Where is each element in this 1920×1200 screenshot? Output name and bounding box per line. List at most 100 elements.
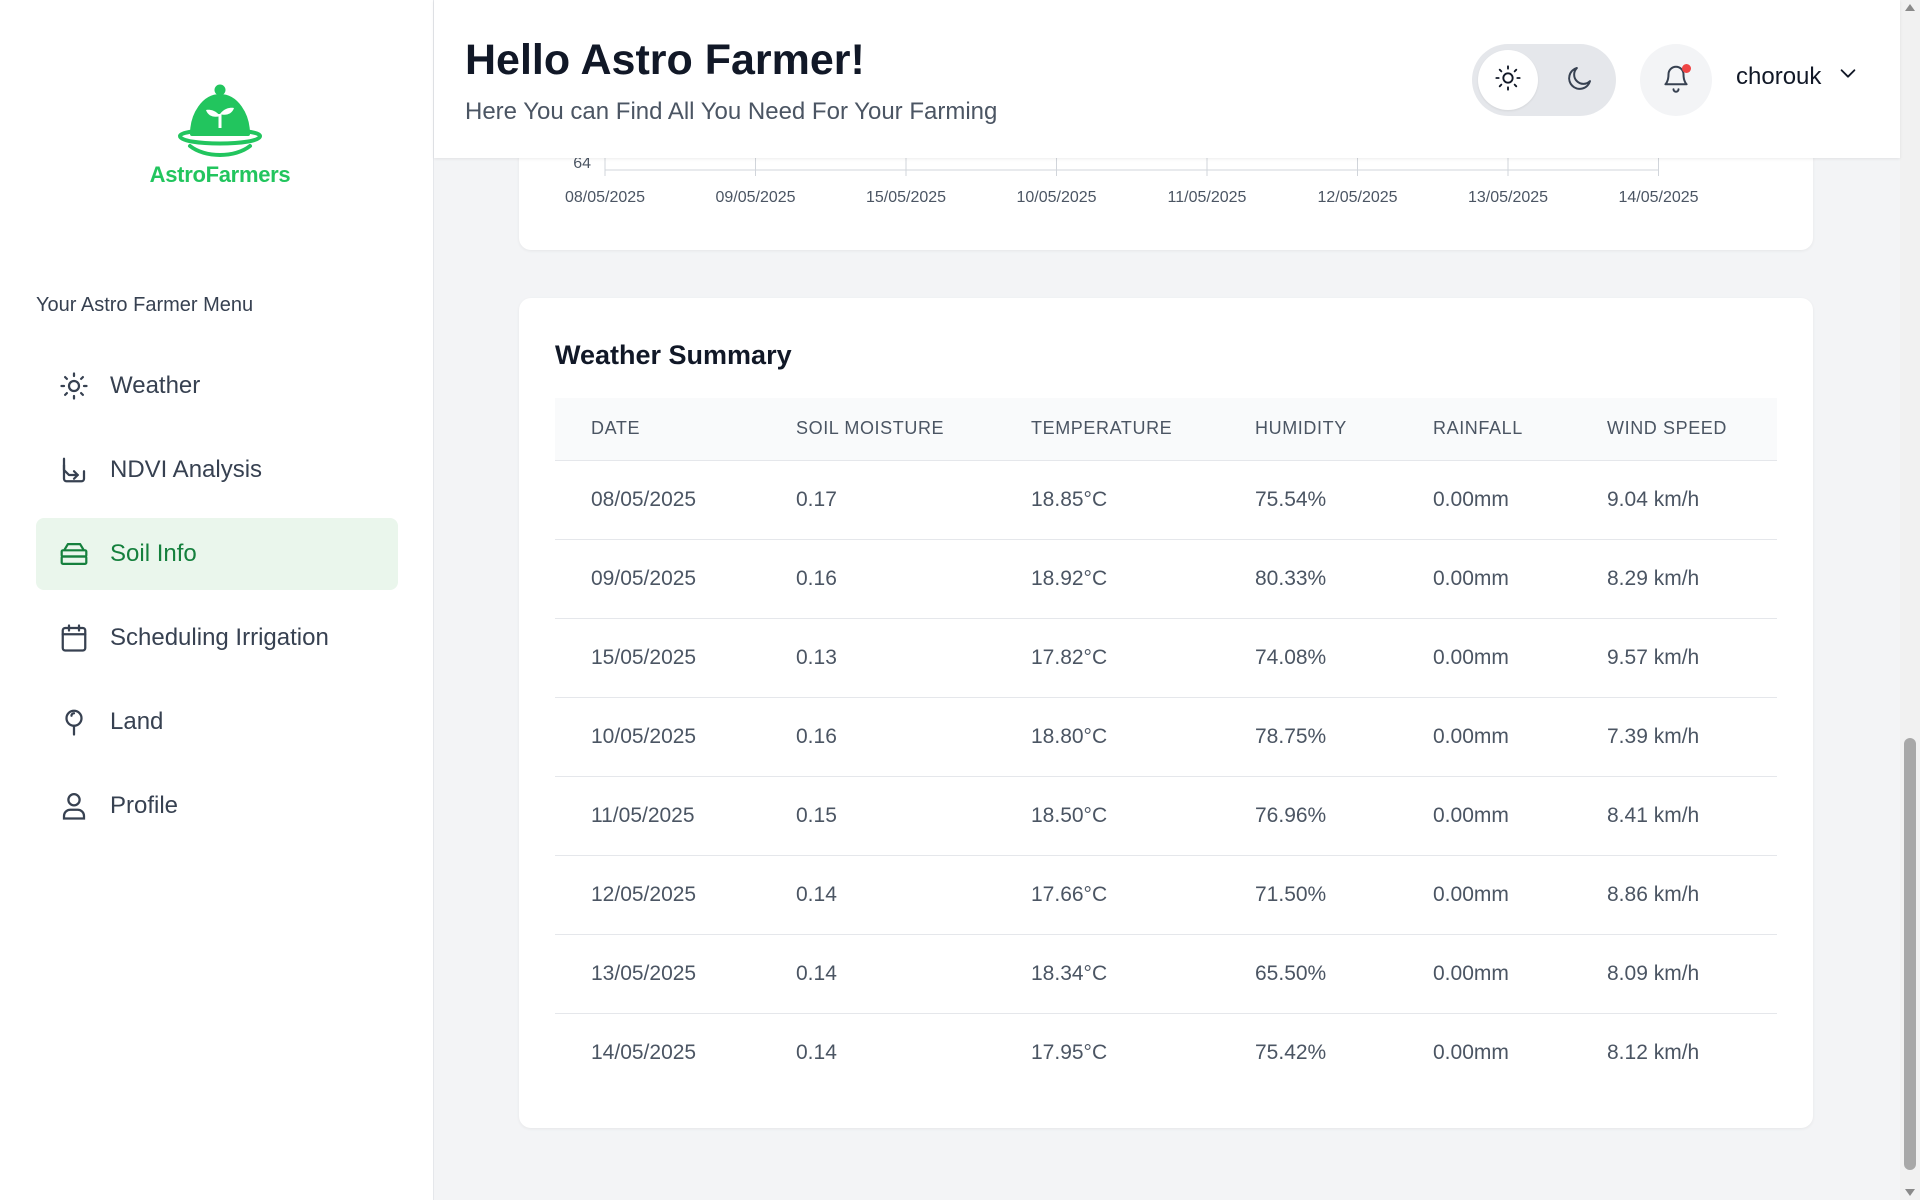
x-tick-label: 11/05/2025 [1168,189,1247,206]
cell-temperature: 18.80°C [995,697,1219,777]
section-title: Weather Summary [555,340,792,370]
x-tick-label: 13/05/2025 [1468,189,1548,206]
sidebar-item-soil-info[interactable]: Soil Info [36,518,398,590]
dark-mode-button[interactable] [1550,50,1610,110]
column-header-temperature: TEMPERATURE [995,398,1219,461]
sidebar-item-ndvi-analysis[interactable]: NDVI Analysis [36,434,398,506]
cell-rainfall: 0.00mm [1397,460,1571,540]
page-scrollbar[interactable] [1900,0,1920,1200]
cell-rainfall: 0.00mm [1397,934,1571,1014]
cell-wind-speed: 9.04 km/h [1571,460,1777,540]
cell-temperature: 18.92°C [995,539,1219,619]
sun-icon [58,370,90,402]
user-menu[interactable]: chorouk [1736,62,1859,91]
table-row: 12/05/2025 0.14 17.66°C 71.50% 0.00mm 8.… [555,855,1777,935]
cell-humidity: 80.33% [1219,539,1397,619]
cell-temperature: 18.85°C [995,460,1219,540]
sidebar-menu: Weather NDVI Analysis Soil Info Scheduli… [36,350,398,854]
x-tick-label: 14/05/2025 [1618,189,1698,206]
cell-date: 09/05/2025 [555,539,760,619]
weather-summary-table: DATE SOIL MOISTURE TEMPERATURE HUMIDITY … [555,398,1777,1092]
cell-wind-speed: 7.39 km/h [1571,697,1777,777]
column-header-soil-moisture: SOIL MOISTURE [760,398,995,461]
table-row: 15/05/2025 0.13 17.82°C 74.08% 0.00mm 9.… [555,618,1777,698]
cell-humidity: 71.50% [1219,855,1397,935]
cell-wind-speed: 8.12 km/h [1607,1040,1700,1064]
table-row: 13/05/2025 0.14 18.34°C 65.50% 0.00mm 8.… [555,934,1777,1014]
cell-temperature: 17.66°C [995,855,1219,935]
chevron-down-icon [1821,62,1859,91]
cell-rainfall: 0.00mm [1397,618,1571,698]
x-tick-label: 09/05/2025 [715,189,795,206]
page-title: Hello Astro Farmer! [465,36,865,84]
cell-date: 15/05/2025 [555,618,760,698]
cell-soil-moisture: 0.14 [760,934,995,1014]
cell-date: 10/05/2025 [555,697,760,777]
sidebar-item-land[interactable]: Land [36,686,398,758]
sidebar-item-label: NDVI Analysis [110,456,263,483]
light-mode-button[interactable] [1478,50,1538,110]
notification-dot [1682,64,1691,73]
table-row: 08/05/2025 0.17 18.85°C 75.54% 0.00mm 9.… [555,460,1777,540]
astrofarmers-logo-icon [178,84,262,157]
sidebar-item-label: Weather [110,372,201,399]
moon-icon [1565,63,1595,98]
layers-icon [58,538,90,570]
sidebar: AstroFarmers Your Astro Farmer Menu Weat… [0,0,434,1200]
table-row: 11/05/2025 0.15 18.50°C 76.96% 0.00mm 8.… [555,776,1777,856]
cell-temperature: 18.50°C [995,776,1219,856]
cell-temperature: 17.82°C [995,618,1219,698]
cell-date: 12/05/2025 [555,855,760,935]
x-tick-label: 15/05/2025 [866,189,946,206]
username: chorouk [1736,62,1822,90]
cell-date: 14/05/2025 [591,1040,697,1064]
cell-humidity: 75.54% [1219,460,1397,540]
scrollbar-thumb[interactable] [1904,738,1916,1170]
scroll-down-arrow-icon[interactable] [1905,1189,1915,1196]
column-header-humidity: HUMIDITY [1219,398,1397,461]
theme-toggle [1472,44,1616,116]
sidebar-item-label: Profile [110,792,179,819]
table-row: 09/05/2025 0.16 18.92°C 80.33% 0.00mm 8.… [555,539,1777,619]
cell-humidity: 75.42% [1255,1040,1327,1064]
column-header-date: DATE [555,398,760,461]
brand-logo[interactable]: AstroFarmers [140,84,300,194]
cell-humidity: 76.96% [1219,776,1397,856]
page-subtitle: Here You can Find All You Need For Your … [465,98,998,125]
cell-date: 08/05/2025 [555,460,760,540]
cell-soil-moisture: 0.14 [760,855,995,935]
sidebar-item-label: Scheduling Irrigation [110,624,329,651]
table-header-row: DATE SOIL MOISTURE TEMPERATURE HUMIDITY … [555,398,1777,461]
cell-wind-speed: 8.29 km/h [1571,539,1777,619]
table-row: 10/05/2025 0.16 18.80°C 78.75% 0.00mm 7.… [555,697,1777,777]
cell-soil-moisture: 0.16 [760,539,995,619]
sidebar-item-weather[interactable]: Weather [36,350,398,422]
sidebar-item-profile[interactable]: Profile [36,770,398,842]
cell-rainfall: 0.00mm [1397,539,1571,619]
cell-humidity: 78.75% [1219,697,1397,777]
sidebar-item-label: Land [110,708,164,735]
column-header-rainfall: RAINFALL [1397,398,1571,461]
brand-name: AstroFarmers [149,162,291,187]
cell-date: 13/05/2025 [555,934,760,1014]
map-pin-icon [58,706,90,738]
cell-soil-moisture: 0.17 [760,460,995,540]
sun-icon [1494,64,1522,97]
sidebar-item-scheduling-irrigation[interactable]: Scheduling Irrigation [36,602,398,674]
x-tick-label: 08/05/2025 [565,189,645,206]
cell-rainfall: 0.00mm [1397,697,1571,777]
weather-summary-card: Weather Summary DATE SOIL MOISTURE TEMPE… [519,298,1813,1128]
scroll-up-arrow-icon[interactable] [1905,4,1915,11]
user-icon [58,790,90,822]
cell-temperature: 18.34°C [995,934,1219,1014]
table-row: 14/05/2025 0.14 17.95°C 75.42% 0.00mm 8.… [555,1013,1777,1092]
notifications-button[interactable] [1640,44,1712,116]
cell-rainfall: 0.00mm [1397,855,1571,935]
cell-soil-moisture: 0.16 [760,697,995,777]
download-icon [58,454,90,486]
cell-soil-moisture: 0.13 [760,618,995,698]
cell-wind-speed: 9.57 km/h [1571,618,1777,698]
x-tick-label: 12/05/2025 [1317,189,1397,206]
x-tick-label: 10/05/2025 [1016,189,1096,206]
cell-rainfall: 0.00mm [1397,776,1571,856]
